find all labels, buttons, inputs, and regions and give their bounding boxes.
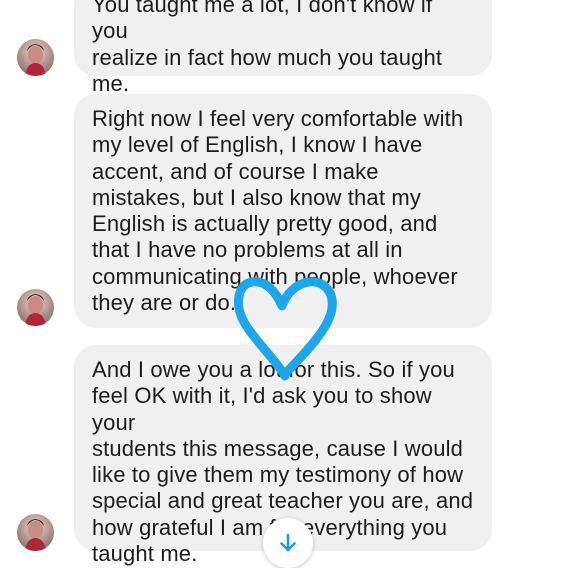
message-text: You taught me a lot, I don't know if you… [92, 0, 443, 96]
sender-avatar[interactable] [17, 514, 54, 551]
avatar-icon [25, 44, 46, 76]
sender-avatar[interactable] [17, 39, 54, 76]
message-thread: You taught me a lot, I don't know if you… [0, 0, 567, 568]
avatar-icon [25, 519, 46, 551]
avatar-icon [25, 294, 46, 326]
message-bubble[interactable]: Right now I feel very comfortable with m… [74, 94, 492, 328]
arrow-down-icon [280, 533, 296, 552]
message-text: Right now I feel very comfortable with m… [92, 106, 464, 316]
message-bubble[interactable]: You taught me a lot, I don't know if you… [74, 0, 492, 96]
sender-avatar[interactable] [17, 289, 54, 326]
scroll-to-bottom-button[interactable] [263, 518, 313, 568]
